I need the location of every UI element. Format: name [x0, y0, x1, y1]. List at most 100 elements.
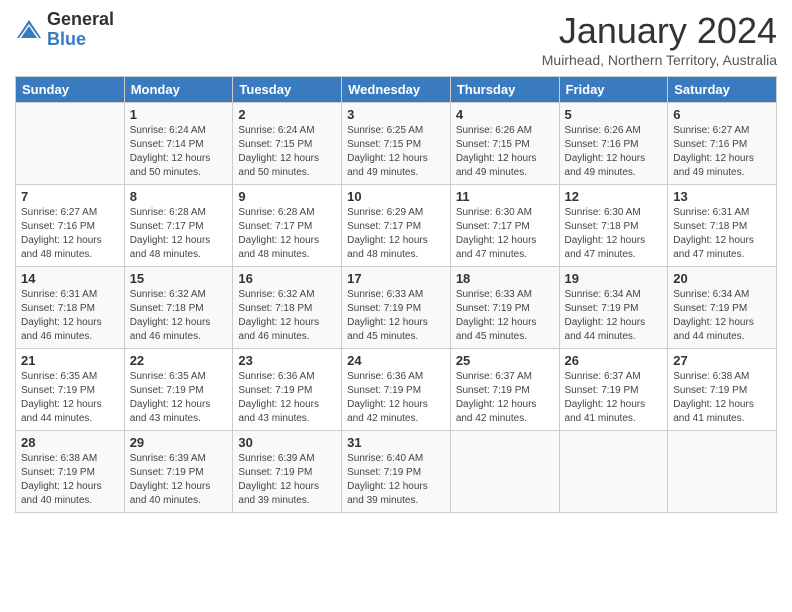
sunset-line: Sunset: 7:19 PM [565, 302, 663, 316]
sunrise-line: Sunrise: 6:30 AM [456, 206, 554, 220]
sunrise-line: Sunrise: 6:37 AM [565, 370, 663, 384]
day-number: 26 [565, 353, 663, 368]
week-row-5: 28Sunrise: 6:38 AMSunset: 7:19 PMDayligh… [16, 431, 777, 513]
sunset-line: Sunset: 7:19 PM [130, 384, 228, 398]
daylight-line: Daylight: 12 hours and 48 minutes. [130, 234, 228, 262]
daylight-line: Daylight: 12 hours and 42 minutes. [456, 398, 554, 426]
day-number: 17 [347, 271, 445, 286]
calendar-cell: 29Sunrise: 6:39 AMSunset: 7:19 PMDayligh… [124, 431, 233, 513]
sunset-line: Sunset: 7:19 PM [238, 466, 336, 480]
title-section: January 2024 Muirhead, Northern Territor… [542, 10, 777, 68]
logo-icon [15, 16, 43, 44]
day-info: Sunrise: 6:35 AMSunset: 7:19 PMDaylight:… [130, 370, 228, 426]
sunrise-line: Sunrise: 6:36 AM [238, 370, 336, 384]
calendar-cell [16, 103, 125, 185]
daylight-line: Daylight: 12 hours and 44 minutes. [21, 398, 119, 426]
day-number: 22 [130, 353, 228, 368]
day-number: 24 [347, 353, 445, 368]
daylight-line: Daylight: 12 hours and 45 minutes. [347, 316, 445, 344]
day-info: Sunrise: 6:35 AMSunset: 7:19 PMDaylight:… [21, 370, 119, 426]
header-sunday: Sunday [16, 77, 125, 103]
day-number: 19 [565, 271, 663, 286]
location-subtitle: Muirhead, Northern Territory, Australia [542, 52, 777, 68]
daylight-line: Daylight: 12 hours and 47 minutes. [673, 234, 771, 262]
sunrise-line: Sunrise: 6:27 AM [673, 124, 771, 138]
day-number: 4 [456, 107, 554, 122]
day-number: 1 [130, 107, 228, 122]
daylight-line: Daylight: 12 hours and 50 minutes. [238, 152, 336, 180]
calendar-cell: 26Sunrise: 6:37 AMSunset: 7:19 PMDayligh… [559, 349, 668, 431]
header-monday: Monday [124, 77, 233, 103]
sunset-line: Sunset: 7:19 PM [456, 384, 554, 398]
sunrise-line: Sunrise: 6:32 AM [238, 288, 336, 302]
day-info: Sunrise: 6:26 AMSunset: 7:16 PMDaylight:… [565, 124, 663, 180]
header-thursday: Thursday [450, 77, 559, 103]
calendar-cell: 23Sunrise: 6:36 AMSunset: 7:19 PMDayligh… [233, 349, 342, 431]
header-saturday: Saturday [668, 77, 777, 103]
sunset-line: Sunset: 7:18 PM [130, 302, 228, 316]
day-number: 27 [673, 353, 771, 368]
logo-general: General [47, 10, 114, 30]
day-info: Sunrise: 6:32 AMSunset: 7:18 PMDaylight:… [238, 288, 336, 344]
calendar-cell: 1 Sunrise: 6:24 AMSunset: 7:14 PMDaylight… [124, 103, 233, 185]
header-tuesday: Tuesday [233, 77, 342, 103]
sunset-line: Sunset: 7:19 PM [21, 384, 119, 398]
calendar-cell: 15 Sunrise: 6:32 AMSunset: 7:18 PMDayligh… [124, 267, 233, 349]
daylight-line: Daylight: 12 hours and 41 minutes. [673, 398, 771, 426]
day-number: 28 [21, 435, 119, 450]
day-info: Sunrise: 6:32 AMSunset: 7:18 PMDaylight:… [130, 288, 228, 344]
daylight-line: Daylight: 12 hours and 39 minutes. [238, 480, 336, 508]
sunrise-line: Sunrise: 6:24 AM [130, 124, 228, 138]
sunset-line: Sunset: 7:18 PM [673, 220, 771, 234]
sunset-line: Sunset: 7:15 PM [347, 138, 445, 152]
daylight-line: Daylight: 12 hours and 40 minutes. [130, 480, 228, 508]
sunset-line: Sunset: 7:18 PM [565, 220, 663, 234]
sunrise-line: Sunrise: 6:35 AM [21, 370, 119, 384]
day-number: 7 [21, 189, 119, 204]
daylight-line: Daylight: 12 hours and 47 minutes. [456, 234, 554, 262]
daylight-line: Daylight: 12 hours and 48 minutes. [347, 234, 445, 262]
sunrise-line: Sunrise: 6:37 AM [456, 370, 554, 384]
sunset-line: Sunset: 7:17 PM [456, 220, 554, 234]
calendar-cell: 28Sunrise: 6:38 AMSunset: 7:19 PMDayligh… [16, 431, 125, 513]
sunrise-line: Sunrise: 6:34 AM [673, 288, 771, 302]
calendar-cell: 21Sunrise: 6:35 AMSunset: 7:19 PMDayligh… [16, 349, 125, 431]
day-info: Sunrise: 6:37 AMSunset: 7:19 PMDaylight:… [456, 370, 554, 426]
calendar-cell: 12Sunrise: 6:30 AMSunset: 7:18 PMDayligh… [559, 185, 668, 267]
calendar-cell: 9Sunrise: 6:28 AMSunset: 7:17 PMDaylight… [233, 185, 342, 267]
day-number: 18 [456, 271, 554, 286]
day-number: 20 [673, 271, 771, 286]
calendar-cell: 27Sunrise: 6:38 AMSunset: 7:19 PMDayligh… [668, 349, 777, 431]
calendar-cell: 24Sunrise: 6:36 AMSunset: 7:19 PMDayligh… [342, 349, 451, 431]
day-number: 12 [565, 189, 663, 204]
daylight-line: Daylight: 12 hours and 46 minutes. [130, 316, 228, 344]
day-number: 2 [238, 107, 336, 122]
calendar-cell: 14Sunrise: 6:31 AMSunset: 7:18 PMDayligh… [16, 267, 125, 349]
calendar-cell [668, 431, 777, 513]
day-number: 15 [130, 271, 228, 286]
day-info: Sunrise: 6:39 AMSunset: 7:19 PMDaylight:… [130, 452, 228, 508]
day-info: Sunrise: 6:31 AMSunset: 7:18 PMDaylight:… [673, 206, 771, 262]
day-info: Sunrise: 6:30 AMSunset: 7:17 PMDaylight:… [456, 206, 554, 262]
sunrise-line: Sunrise: 6:33 AM [347, 288, 445, 302]
day-number: 10 [347, 189, 445, 204]
sunset-line: Sunset: 7:16 PM [21, 220, 119, 234]
calendar-cell: 3Sunrise: 6:25 AMSunset: 7:15 PMDaylight… [342, 103, 451, 185]
day-number: 30 [238, 435, 336, 450]
week-row-2: 7Sunrise: 6:27 AMSunset: 7:16 PMDaylight… [16, 185, 777, 267]
sunset-line: Sunset: 7:19 PM [565, 384, 663, 398]
calendar-cell: 25Sunrise: 6:37 AMSunset: 7:19 PMDayligh… [450, 349, 559, 431]
day-info: Sunrise: 6:29 AMSunset: 7:17 PMDaylight:… [347, 206, 445, 262]
sunrise-line: Sunrise: 6:33 AM [456, 288, 554, 302]
sunrise-line: Sunrise: 6:32 AM [130, 288, 228, 302]
sunrise-line: Sunrise: 6:30 AM [565, 206, 663, 220]
sunset-line: Sunset: 7:16 PM [565, 138, 663, 152]
sunset-line: Sunset: 7:17 PM [238, 220, 336, 234]
day-info: Sunrise: 6:33 AMSunset: 7:19 PMDaylight:… [347, 288, 445, 344]
day-info: Sunrise: 6:39 AMSunset: 7:19 PMDaylight:… [238, 452, 336, 508]
sunrise-line: Sunrise: 6:40 AM [347, 452, 445, 466]
calendar-cell: 17 Sunrise: 6:33 AMSunset: 7:19 PMDayligh… [342, 267, 451, 349]
day-info: Sunrise: 6:24 AMSunset: 7:14 PMDaylight:… [130, 124, 228, 180]
day-number: 13 [673, 189, 771, 204]
calendar-cell: 7Sunrise: 6:27 AMSunset: 7:16 PMDaylight… [16, 185, 125, 267]
